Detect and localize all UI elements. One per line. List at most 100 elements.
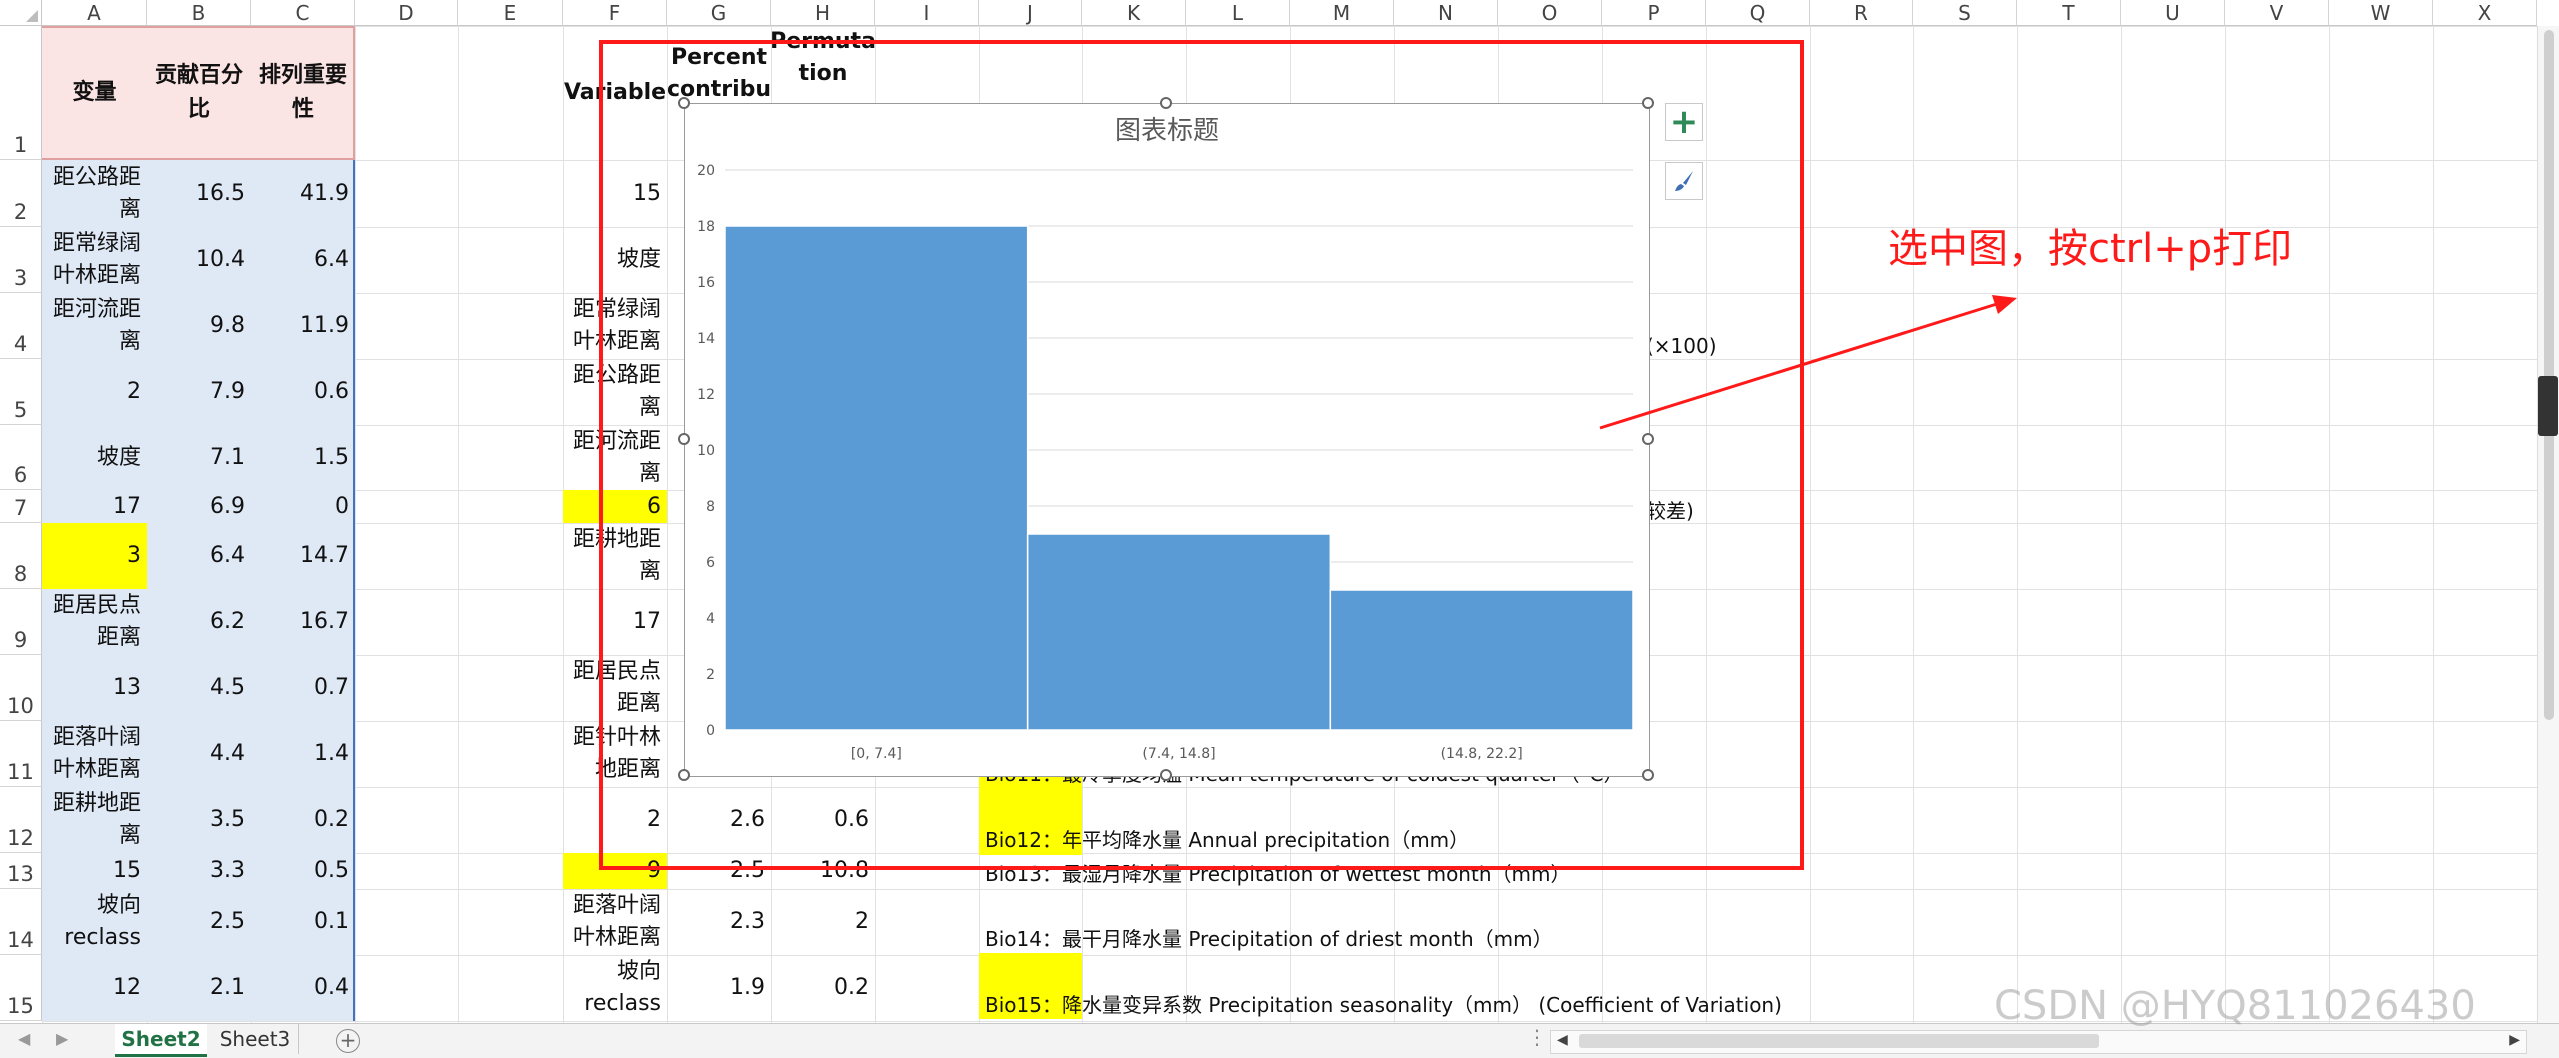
left-cell-a4[interactable]: 距河流距离 xyxy=(42,293,147,359)
column-header-x[interactable]: X xyxy=(2433,0,2537,26)
column-header-i[interactable]: I xyxy=(875,0,979,26)
scroll-marker[interactable] xyxy=(2538,376,2558,436)
left-header-0[interactable]: 变量 xyxy=(42,26,147,160)
left-cell-a8[interactable]: 3 xyxy=(42,523,147,589)
left-cell-b7[interactable]: 6.9 xyxy=(147,490,251,523)
left-cell-c2[interactable]: 41.9 xyxy=(251,160,355,227)
left-cell-b3[interactable]: 10.4 xyxy=(147,227,251,293)
left-cell-a13[interactable]: 15 xyxy=(42,853,147,889)
scroll-right-icon[interactable]: ▶ xyxy=(56,1029,68,1048)
left-cell-b10[interactable]: 4.5 xyxy=(147,655,251,721)
scrollbar-thumb[interactable] xyxy=(2544,30,2554,720)
column-header-a[interactable]: A xyxy=(42,0,147,26)
tab-sheet2[interactable]: Sheet2 xyxy=(115,1024,207,1057)
column-header-w[interactable]: W xyxy=(2329,0,2433,26)
left-cell-c11[interactable]: 1.4 xyxy=(251,721,355,787)
column-header-d[interactable]: D xyxy=(355,0,458,26)
row-header-1[interactable]: 1 xyxy=(0,26,42,160)
column-header-r[interactable]: R xyxy=(1810,0,1913,26)
column-header-k[interactable]: K xyxy=(1082,0,1186,26)
column-header-l[interactable]: L xyxy=(1186,0,1290,26)
left-cell-c13[interactable]: 0.5 xyxy=(251,853,355,889)
column-header-b[interactable]: B xyxy=(147,0,251,26)
left-cell-a9[interactable]: 距居民点距离 xyxy=(42,589,147,655)
left-cell-c7[interactable]: 0 xyxy=(251,490,355,523)
left-cell-b5[interactable]: 7.9 xyxy=(147,359,251,425)
left-cell-c8[interactable]: 14.7 xyxy=(251,523,355,589)
row-header-11[interactable]: 11 xyxy=(0,721,42,787)
left-header-2[interactable]: 排列重要性 xyxy=(251,26,355,160)
column-header-f[interactable]: F xyxy=(563,0,667,26)
column-header-g[interactable]: G xyxy=(667,0,771,26)
right-cell-h14[interactable]: 2 xyxy=(771,889,875,955)
row-header-3[interactable]: 3 xyxy=(0,227,42,293)
column-header-q[interactable]: Q xyxy=(1706,0,1810,26)
left-cell-a11[interactable]: 距落叶阔叶林距离 xyxy=(42,721,147,787)
left-cell-a14[interactable]: 坡向reclass xyxy=(42,889,147,955)
left-cell-c14[interactable]: 0.1 xyxy=(251,889,355,955)
left-cell-c5[interactable]: 0.6 xyxy=(251,359,355,425)
left-cell-c10[interactable]: 0.7 xyxy=(251,655,355,721)
left-cell-b12[interactable]: 3.5 xyxy=(147,787,251,853)
left-cell-b13[interactable]: 3.3 xyxy=(147,853,251,889)
column-header-e[interactable]: E xyxy=(458,0,563,26)
column-header-j[interactable]: J xyxy=(979,0,1082,26)
left-cell-a2[interactable]: 距公路距离 xyxy=(42,160,147,227)
row-header-9[interactable]: 9 xyxy=(0,589,42,655)
left-cell-b6[interactable]: 7.1 xyxy=(147,425,251,490)
left-cell-c3[interactable]: 6.4 xyxy=(251,227,355,293)
left-cell-c12[interactable]: 0.2 xyxy=(251,787,355,853)
column-header-o[interactable]: O xyxy=(1498,0,1602,26)
hscroll-left-icon[interactable]: ◀ xyxy=(1557,1032,1568,1048)
row-header-10[interactable]: 10 xyxy=(0,655,42,721)
left-header-1[interactable]: 贡献百分比 xyxy=(147,26,251,160)
horizontal-scrollbar[interactable]: ◀ ▶ xyxy=(1550,1030,2527,1054)
left-cell-b2[interactable]: 16.5 xyxy=(147,160,251,227)
right-cell-g15[interactable]: 1.9 xyxy=(667,955,771,1021)
left-cell-b8[interactable]: 6.4 xyxy=(147,523,251,589)
row-header-13[interactable]: 13 xyxy=(0,853,42,889)
row-header-6[interactable]: 6 xyxy=(0,425,42,490)
vertical-scrollbar[interactable] xyxy=(2537,26,2559,1023)
column-header-c[interactable]: C xyxy=(251,0,355,26)
add-sheet-button[interactable]: + xyxy=(336,1029,360,1053)
tab-sheet3[interactable]: Sheet3 xyxy=(212,1024,299,1054)
left-cell-c4[interactable]: 11.9 xyxy=(251,293,355,359)
left-cell-a7[interactable]: 17 xyxy=(42,490,147,523)
left-cell-c6[interactable]: 1.5 xyxy=(251,425,355,490)
hscroll-thumb[interactable] xyxy=(1579,1034,2099,1048)
left-cell-c9[interactable]: 16.7 xyxy=(251,589,355,655)
column-header-p[interactable]: P xyxy=(1602,0,1706,26)
row-header-2[interactable]: 2 xyxy=(0,160,42,227)
column-header-h[interactable]: H xyxy=(771,0,875,26)
row-header-15[interactable]: 15 xyxy=(0,955,42,1021)
left-cell-b11[interactable]: 4.4 xyxy=(147,721,251,787)
right-cell-f14[interactable]: 距落叶阔叶林距离 xyxy=(563,889,667,955)
column-header-u[interactable]: U xyxy=(2121,0,2225,26)
left-cell-a3[interactable]: 距常绿阔叶林距离 xyxy=(42,227,147,293)
right-cell-h15[interactable]: 0.2 xyxy=(771,955,875,1021)
left-cell-b14[interactable]: 2.5 xyxy=(147,889,251,955)
scroll-left-icon[interactable]: ◀ xyxy=(18,1029,30,1048)
options-dots-icon[interactable]: ⋮ xyxy=(1527,1025,1547,1049)
column-header-v[interactable]: V xyxy=(2225,0,2329,26)
right-cell-f15[interactable]: 坡向reclass xyxy=(563,955,667,1021)
row-header-12[interactable]: 12 xyxy=(0,787,42,853)
row-header-5[interactable]: 5 xyxy=(0,359,42,425)
left-cell-a15[interactable]: 12 xyxy=(42,955,147,1021)
left-cell-a10[interactable]: 13 xyxy=(42,655,147,721)
column-header-n[interactable]: N xyxy=(1394,0,1498,26)
left-cell-a6[interactable]: 坡度 xyxy=(42,425,147,490)
column-header-m[interactable]: M xyxy=(1290,0,1394,26)
select-all-corner[interactable] xyxy=(0,0,42,26)
row-header-4[interactable]: 4 xyxy=(0,293,42,359)
column-header-t[interactable]: T xyxy=(2017,0,2121,26)
left-cell-c15[interactable]: 0.4 xyxy=(251,955,355,1021)
left-cell-a5[interactable]: 2 xyxy=(42,359,147,425)
left-cell-b15[interactable]: 2.1 xyxy=(147,955,251,1021)
left-cell-b9[interactable]: 6.2 xyxy=(147,589,251,655)
left-cell-b4[interactable]: 9.8 xyxy=(147,293,251,359)
row-header-14[interactable]: 14 xyxy=(0,889,42,955)
row-header-8[interactable]: 8 xyxy=(0,523,42,589)
hscroll-right-icon[interactable]: ▶ xyxy=(2509,1032,2520,1048)
